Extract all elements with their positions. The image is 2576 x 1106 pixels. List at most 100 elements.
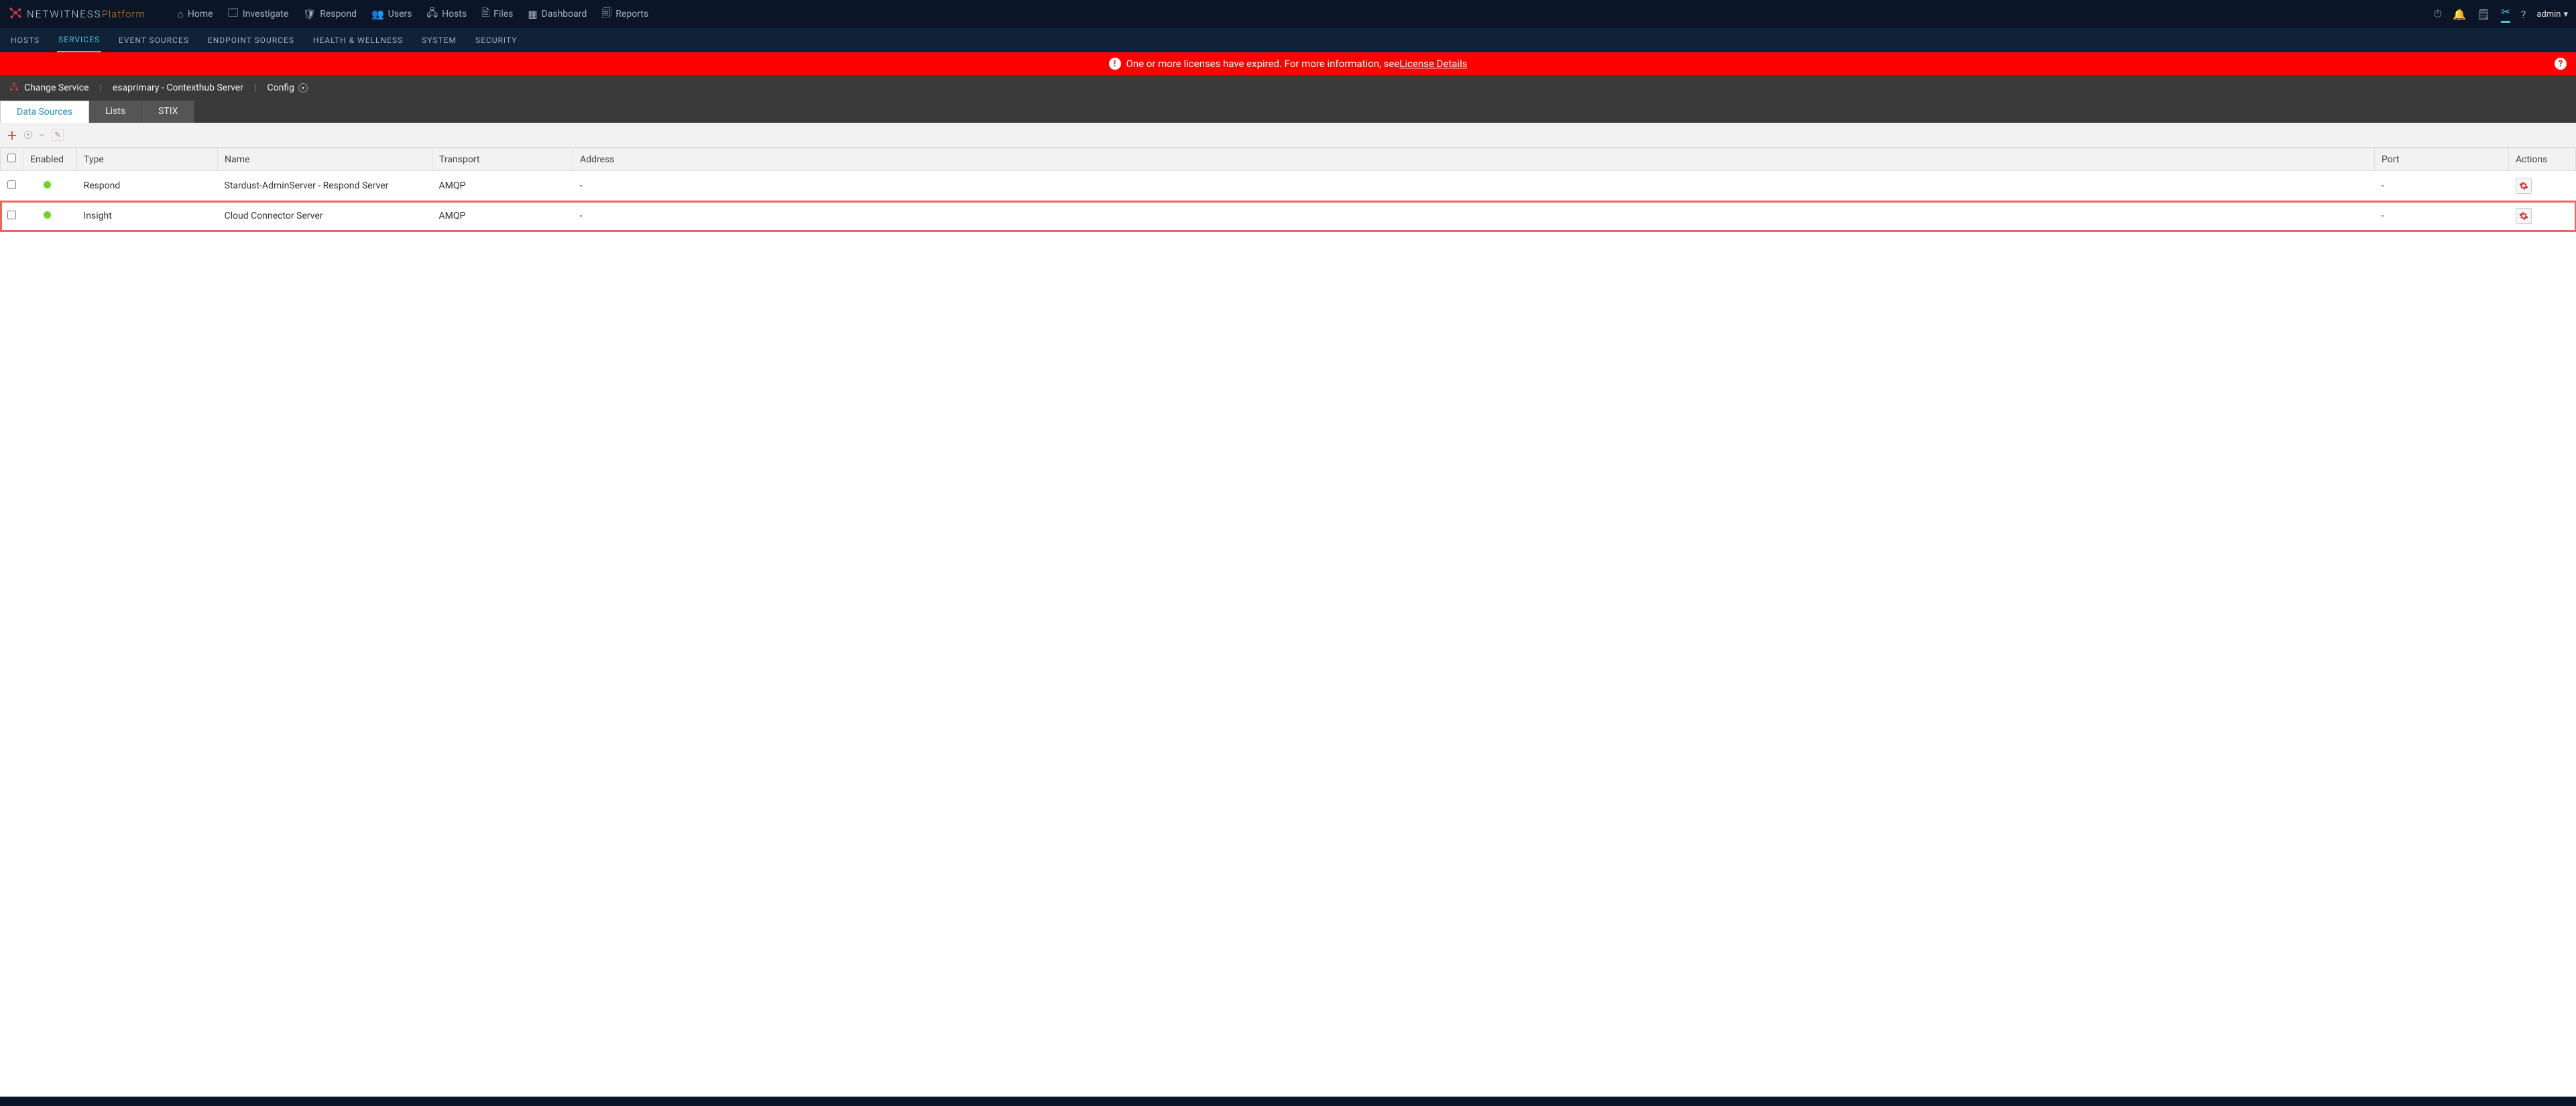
cell-type: Insight	[77, 201, 218, 231]
row-checkbox[interactable]	[7, 211, 16, 219]
nav-label: Files	[493, 9, 513, 19]
brand-name: NETWITNESS	[27, 8, 102, 20]
users-icon: 👥	[371, 8, 384, 20]
nav-users[interactable]: 👥 Users	[366, 3, 417, 25]
alert-icon: !	[1109, 58, 1121, 70]
settings-icon[interactable]: ✂	[2501, 5, 2510, 23]
license-alert-bar: ! One or more licenses have expired. For…	[0, 52, 2576, 75]
nav-label: Investigate	[243, 9, 288, 19]
nav-investigate[interactable]: 🗔 Investigate	[223, 3, 294, 25]
nav-label: Respond	[320, 9, 357, 19]
jobs-icon[interactable]: 🗒	[2477, 8, 2490, 21]
tab-lists[interactable]: Lists	[89, 101, 142, 123]
nav-label: Hosts	[442, 9, 467, 19]
add-dropdown-icon[interactable]: ▾	[24, 131, 32, 139]
subnav-security[interactable]: SECURITY	[474, 29, 519, 52]
status-dot-icon	[44, 181, 51, 188]
table-header-row: Enabled Type Name Transport Address Port…	[1, 148, 2576, 171]
change-service-button[interactable]: Change Service	[9, 82, 89, 94]
chevron-down-icon: ▾	[298, 83, 308, 93]
footer-bar	[0, 1097, 2576, 1106]
table-row[interactable]: InsightCloud Connector ServerAMQP--	[1, 201, 2576, 231]
alert-text: One or more licenses have expired. For m…	[1126, 58, 1400, 70]
hosts-icon: 🖧	[426, 6, 438, 23]
tab-stix[interactable]: STIX	[142, 101, 194, 123]
select-all-header	[1, 148, 23, 171]
subnav-health[interactable]: HEALTH & WELLNESS	[312, 29, 404, 52]
nav-label: Users	[388, 9, 412, 19]
row-checkbox[interactable]	[7, 180, 16, 189]
select-all-checkbox[interactable]	[7, 154, 16, 162]
help-icon[interactable]: ?	[2521, 8, 2526, 21]
divider: |	[254, 82, 256, 93]
col-address[interactable]: Address	[573, 148, 2375, 171]
subnav-services[interactable]: SERVICES	[57, 28, 101, 53]
row-settings-button[interactable]	[2516, 178, 2532, 194]
col-transport[interactable]: Transport	[432, 148, 573, 171]
col-port[interactable]: Port	[2375, 148, 2509, 171]
timer-icon[interactable]: ⏱	[2434, 7, 2442, 21]
nav-dashboard[interactable]: ▦ Dashboard	[522, 3, 592, 25]
brand-suffix: Platform	[102, 8, 145, 20]
subnav-hosts[interactable]: HOSTS	[9, 29, 41, 52]
topnav-items: ⌂Home 🗔 Investigate 🛡 Respond 👥 Users 🖧 Host…	[172, 3, 2434, 25]
user-menu[interactable]: admin▾	[2536, 9, 2568, 19]
topnav-right: ⏱ 🔔 🗒 ✂ ? admin▾	[2434, 5, 2568, 23]
subnav-endpoint-sources[interactable]: ENDPOINT SOURCES	[207, 29, 296, 52]
nav-label: Reports	[616, 9, 648, 19]
subnav-system[interactable]: SYSTEM	[420, 29, 458, 52]
cell-port: -	[2375, 201, 2509, 231]
service-tree-icon	[9, 82, 19, 94]
cell-name: Cloud Connector Server	[218, 201, 432, 231]
cell-address: -	[573, 201, 2375, 231]
config-dropdown[interactable]: Config ▾	[267, 82, 307, 93]
dashboard-icon: ▦	[528, 8, 537, 20]
files-icon: 🗎	[481, 6, 489, 23]
col-enabled[interactable]: Enabled	[23, 148, 77, 171]
data-sources-table: Enabled Type Name Transport Address Port…	[0, 148, 2576, 231]
nav-hosts[interactable]: 🖧 Hosts	[421, 3, 472, 25]
investigate-icon: 🗔	[228, 6, 239, 23]
divider: |	[99, 82, 101, 93]
service-context-bar: Change Service | esaprimary - Contexthub…	[0, 75, 2576, 101]
nav-respond[interactable]: 🛡 Respond	[298, 3, 362, 25]
nav-reports[interactable]: 🗐 Reports	[596, 3, 654, 25]
alert-help-icon[interactable]: ?	[2555, 58, 2567, 70]
nav-home[interactable]: ⌂Home	[172, 3, 219, 25]
status-dot-icon	[44, 211, 51, 219]
row-settings-button[interactable]	[2516, 208, 2532, 224]
cell-transport: AMQP	[432, 201, 573, 231]
table-row[interactable]: RespondStardust-AdminServer - Respond Se…	[1, 171, 2576, 201]
subnav-event-sources[interactable]: EVENT SOURCES	[117, 29, 190, 52]
edit-button[interactable]: ✎	[52, 129, 64, 141]
config-tabs: Data Sources Lists STIX	[0, 101, 2576, 123]
brand-text: NETWITNESSPlatform	[27, 8, 145, 20]
config-label: Config	[267, 82, 294, 93]
col-type[interactable]: Type	[77, 148, 218, 171]
chevron-down-icon: ▾	[2563, 9, 2568, 19]
nav-label: Dashboard	[542, 9, 587, 19]
change-service-label: Change Service	[24, 82, 89, 93]
brand-logo-area: NETWITNESSPlatform	[8, 5, 145, 23]
bell-icon[interactable]: 🔔	[2453, 8, 2466, 21]
respond-icon: 🛡	[303, 8, 316, 20]
nav-files[interactable]: 🗎 Files	[476, 3, 518, 25]
col-name[interactable]: Name	[218, 148, 432, 171]
col-actions[interactable]: Actions	[2509, 148, 2576, 171]
sub-navigation: HOSTS SERVICES EVENT SOURCES ENDPOINT SO…	[0, 28, 2576, 52]
cell-type: Respond	[77, 171, 218, 201]
cell-name: Stardust-AdminServer - Respond Server	[218, 171, 432, 201]
current-service-name: esaprimary - Contexthub Server	[113, 82, 243, 93]
remove-button[interactable]: −	[39, 129, 45, 142]
license-details-link[interactable]: License Details	[1399, 58, 1467, 70]
reports-icon: 🗐	[601, 6, 611, 23]
tab-data-sources[interactable]: Data Sources	[0, 101, 89, 123]
add-button[interactable]: ＋	[7, 127, 17, 143]
brand-icon	[8, 5, 23, 23]
user-name: admin	[2536, 9, 2561, 19]
nav-label: Home	[188, 9, 213, 19]
cell-transport: AMQP	[432, 171, 573, 201]
cell-port: -	[2375, 171, 2509, 201]
cell-address: -	[573, 171, 2375, 201]
grid-toolbar: ＋ ▾ − ✎	[0, 123, 2576, 148]
